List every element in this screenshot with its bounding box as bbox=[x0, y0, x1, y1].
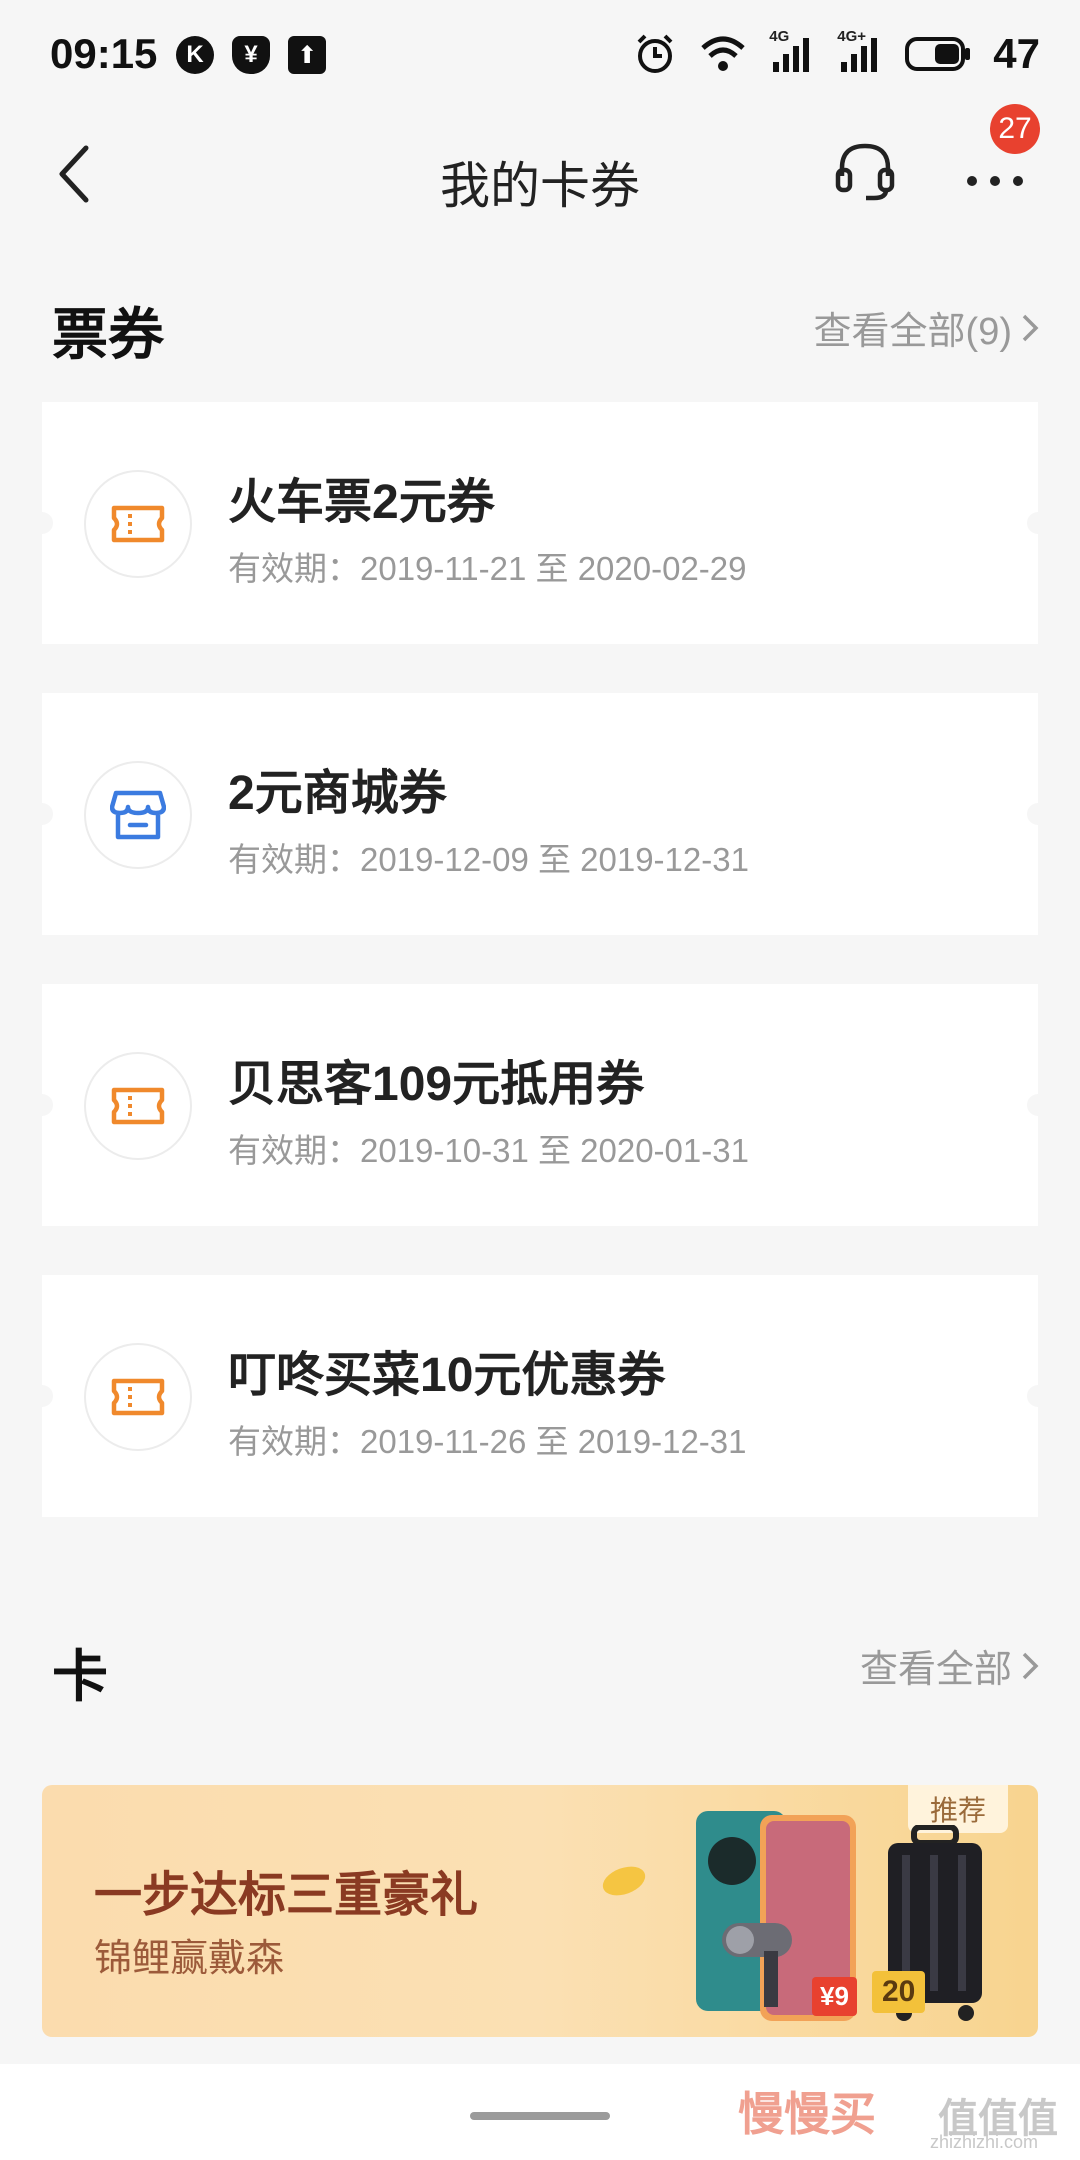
coupon-card[interactable]: 叮咚买菜10元优惠券 有效期：2019-11-26 至 2019-12-31 bbox=[31, 1275, 1049, 1517]
coupon-validity: 有效期：2019-11-21 至 2020-02-29 bbox=[228, 550, 747, 587]
ticket-icon bbox=[111, 1378, 165, 1416]
alarm-icon bbox=[637, 34, 673, 73]
coupon-validity: 有效期：2019-11-26 至 2019-12-31 bbox=[228, 1423, 747, 1460]
coupon-validity: 有效期：2019-10-31 至 2020-01-31 bbox=[228, 1132, 749, 1169]
coupon-card[interactable]: 火车票2元券 有效期：2019-11-21 至 2020-02-29 bbox=[31, 402, 1049, 644]
coupon-title: 叮咚买菜10元优惠券 bbox=[228, 1349, 666, 1402]
coupon-title: 火车票2元券 bbox=[228, 476, 495, 529]
coupon-card[interactable]: 贝思客109元抵用券 有效期：2019-10-31 至 2020-01-31 bbox=[31, 984, 1049, 1226]
home-indicator[interactable] bbox=[470, 2112, 610, 2120]
banner-title: 一步达标三重豪礼 bbox=[94, 1869, 479, 1922]
cards-view-all-label: 查看全部 bbox=[859, 1649, 1012, 1691]
ticket-icon bbox=[111, 1087, 165, 1125]
tickets-view-all-link[interactable]: 查看全部(9) bbox=[814, 300, 1040, 355]
promo-banner[interactable]: 一步达标三重豪礼 锦鲤赢戴森 推荐 ¥9 20 bbox=[42, 1785, 1038, 2037]
upload-icon: ⬆ bbox=[288, 36, 326, 74]
price-tag-1: ¥9 bbox=[812, 1977, 857, 2016]
cards-section-title: 卡 bbox=[52, 1645, 108, 1708]
coupon-icon-wrap bbox=[84, 1343, 192, 1451]
headset-icon[interactable] bbox=[830, 136, 900, 206]
k-app-icon: K bbox=[176, 36, 214, 74]
gift-coin-icon bbox=[602, 1866, 646, 1896]
store-icon bbox=[110, 790, 166, 840]
battery-level: 47 bbox=[993, 30, 1040, 77]
battery-icon bbox=[905, 37, 971, 71]
coupon-title: 2元商城券 bbox=[228, 767, 447, 820]
coupon-card[interactable]: 2元商城券 有效期：2019-12-09 至 2019-12-31 bbox=[31, 693, 1049, 935]
status-left-icons: K ¥ ⬆ bbox=[176, 36, 326, 74]
status-bar: 09:15 K ¥ ⬆ 4G 4G+ 47 bbox=[0, 0, 1080, 112]
coupon-icon-wrap bbox=[84, 761, 192, 869]
signal-bars-icon bbox=[773, 38, 810, 72]
price-tag-2: 20 bbox=[872, 1971, 926, 2013]
coupon-title: 贝思客109元抵用券 bbox=[228, 1058, 645, 1111]
signal-2: 4G+ bbox=[837, 28, 883, 74]
chevron-right-icon bbox=[1022, 1652, 1039, 1679]
watermark-site: zhizhizhi.com bbox=[930, 2132, 1039, 2152]
chevron-right-icon bbox=[1022, 314, 1039, 341]
tickets-view-all-label: 查看全部(9) bbox=[813, 311, 1012, 353]
banner-subtitle: 锦鲤赢戴森 bbox=[94, 1938, 285, 1980]
status-time: 09:15 bbox=[50, 30, 158, 77]
shield-yen-icon: ¥ bbox=[232, 36, 270, 74]
coupon-validity: 有效期：2019-12-09 至 2019-12-31 bbox=[228, 841, 749, 878]
signal-1: 4G bbox=[769, 28, 815, 74]
coupon-icon-wrap bbox=[84, 1052, 192, 1160]
coupon-icon-wrap bbox=[84, 470, 192, 578]
bottom-bar: 慢慢买 值值值 zhizhizhi.com bbox=[0, 2064, 1080, 2160]
cards-view-all-link[interactable]: 查看全部 bbox=[860, 1638, 1040, 1693]
tickets-section-title: 票券 bbox=[52, 303, 164, 366]
wifi-icon bbox=[701, 36, 745, 71]
ticket-icon bbox=[111, 505, 165, 543]
notification-badge: 27 bbox=[990, 104, 1040, 154]
nav-bar: 我的卡券 bbox=[0, 112, 1080, 262]
page-title: 我的卡券 bbox=[440, 158, 640, 214]
signal-bars-icon bbox=[841, 38, 878, 72]
status-right-icons: 4G 4G+ 47 bbox=[633, 28, 1040, 78]
watermark-left: 慢慢买 bbox=[738, 2088, 876, 2140]
hairdryer-illustration bbox=[722, 1923, 792, 2007]
